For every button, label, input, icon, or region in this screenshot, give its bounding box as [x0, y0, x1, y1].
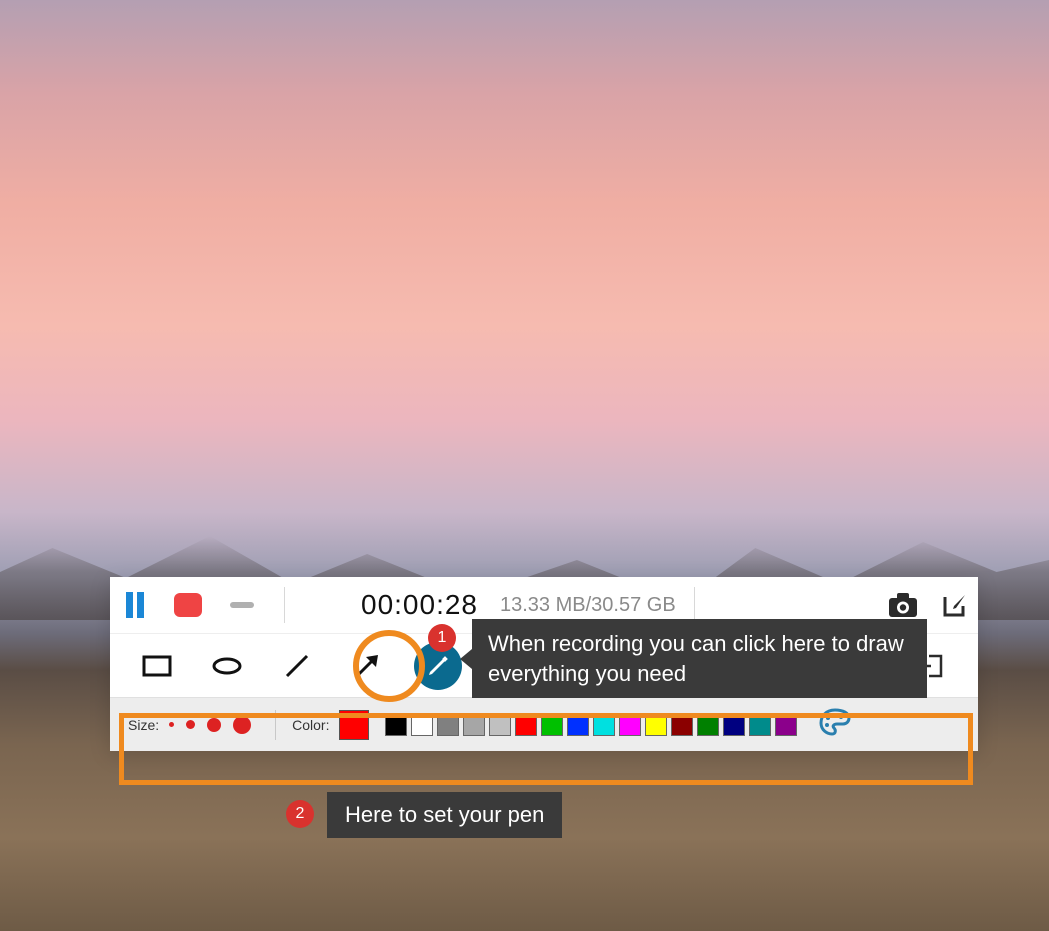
size-md[interactable] [207, 718, 221, 732]
size-lg[interactable] [233, 716, 251, 734]
minimize-button[interactable] [230, 602, 254, 608]
separator [284, 587, 285, 623]
color-swatch[interactable] [437, 714, 459, 736]
color-swatch[interactable] [775, 714, 797, 736]
annotation-callout-1: When recording you can click here to dra… [472, 619, 927, 698]
size-options [169, 716, 251, 734]
recording-timer: 00:00:28 [361, 589, 478, 621]
camera-icon [888, 592, 918, 618]
pen-settings-row: Size: Color: [110, 697, 978, 751]
callout-arrow-icon [460, 649, 472, 669]
line-icon [283, 652, 311, 680]
rectangle-icon [142, 655, 172, 677]
annotation-callout-1-text: When recording you can click here to dra… [488, 629, 911, 688]
separator [275, 710, 276, 740]
color-swatch[interactable] [489, 714, 511, 736]
color-swatch[interactable] [645, 714, 667, 736]
size-xs[interactable] [169, 722, 174, 727]
rectangle-tool[interactable] [140, 649, 174, 683]
color-swatch[interactable] [723, 714, 745, 736]
annotation-badge-2-number: 2 [296, 805, 305, 823]
color-swatch[interactable] [541, 714, 563, 736]
color-swatch[interactable] [749, 714, 771, 736]
annotation-callout-2: Here to set your pen [327, 792, 562, 838]
color-swatch[interactable] [593, 714, 615, 736]
pencil-icon [426, 654, 450, 678]
color-label: Color: [292, 717, 329, 733]
ellipse-icon [212, 656, 242, 676]
color-swatch[interactable] [385, 714, 407, 736]
arrow-icon [352, 651, 382, 681]
screenshot-button[interactable] [888, 592, 918, 618]
line-tool[interactable] [280, 649, 314, 683]
size-sm[interactable] [186, 720, 195, 729]
color-swatch[interactable] [619, 714, 641, 736]
edit-button[interactable] [942, 592, 968, 618]
color-swatch[interactable] [697, 714, 719, 736]
color-swatch[interactable] [671, 714, 693, 736]
color-swatches [385, 714, 797, 736]
stop-button[interactable] [174, 593, 202, 617]
color-swatch[interactable] [463, 714, 485, 736]
palette-icon [819, 708, 851, 736]
color-swatch[interactable] [567, 714, 589, 736]
color-swatch[interactable] [515, 714, 537, 736]
annotation-badge-1-number: 1 [438, 629, 447, 647]
annotation-badge-1: 1 [428, 624, 456, 652]
size-label: Size: [128, 717, 159, 733]
color-picker-button[interactable] [819, 708, 851, 741]
pause-icon [137, 592, 144, 618]
color-swatch[interactable] [411, 714, 433, 736]
annotation-callout-2-text: Here to set your pen [345, 800, 544, 830]
edit-box-icon [942, 592, 968, 618]
pause-icon [126, 592, 133, 618]
file-size-readout: 13.33 MB/30.57 GB [500, 594, 676, 617]
annotation-badge-2: 2 [286, 800, 314, 828]
ellipse-tool[interactable] [210, 649, 244, 683]
arrow-tool[interactable] [350, 649, 384, 683]
current-color-swatch[interactable] [339, 710, 369, 740]
pause-button[interactable] [118, 586, 152, 624]
separator [694, 587, 695, 623]
